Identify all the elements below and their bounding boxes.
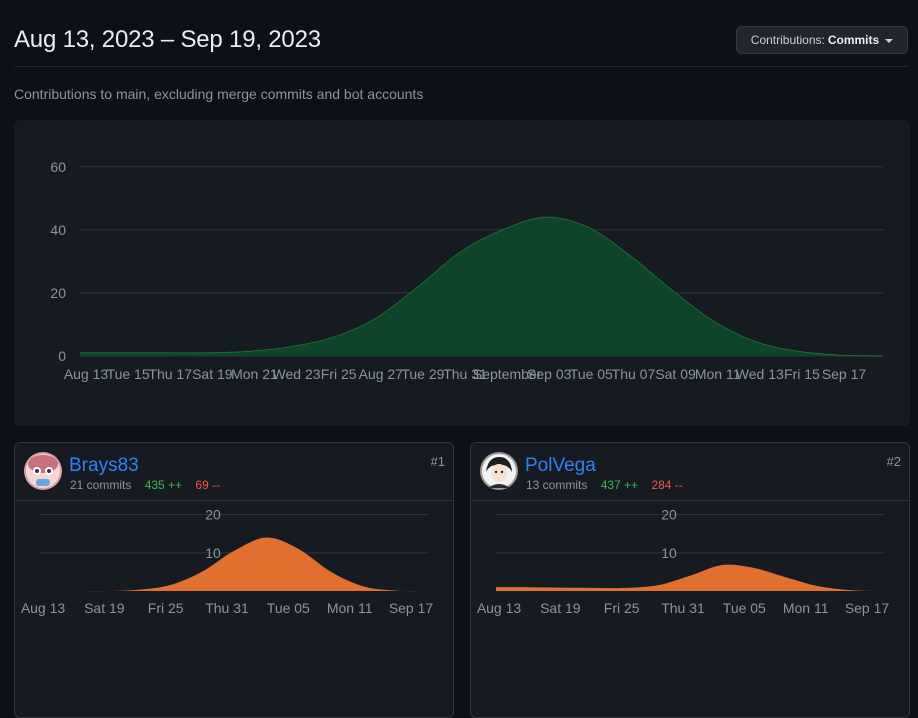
x-tick-label: Sat 19 xyxy=(192,366,233,382)
commit-count: 21 commits xyxy=(70,478,132,492)
x-tick-label: Tue 05 xyxy=(267,600,310,616)
contributor-rank: #1 xyxy=(430,454,445,469)
area-series xyxy=(496,564,884,591)
x-tick-label: Fri 25 xyxy=(604,600,640,616)
y-tick-label: 60 xyxy=(50,159,66,175)
x-tick-label: Sat 19 xyxy=(84,600,125,616)
x-tick-label: Sep 03 xyxy=(527,366,572,382)
area-series xyxy=(40,537,428,592)
x-tick-label: Fri 25 xyxy=(148,600,184,616)
x-tick-label: Aug 13 xyxy=(21,600,66,616)
contributor-card: PolVega 13 commits 437 ++ 284 -- #2 10 20… xyxy=(470,442,910,718)
page-header: Aug 13, 2023 – Sep 19, 2023 Contribution… xyxy=(0,0,918,67)
x-tick-label: Wed 13 xyxy=(736,366,784,382)
y-tick-label: 20 xyxy=(661,507,677,523)
contributor-stats: 13 commits 437 ++ 284 -- xyxy=(526,478,683,492)
x-tick-label: Thu 31 xyxy=(205,600,249,616)
y-tick-label: 0 xyxy=(58,348,66,364)
page-title: Aug 13, 2023 – Sep 19, 2023 xyxy=(14,26,321,53)
x-tick-label: Aug 13 xyxy=(477,600,522,616)
x-tick-label: Tue 29 xyxy=(401,366,444,382)
x-tick-label: Thu 31 xyxy=(661,600,705,616)
x-tick-label: Mon 21 xyxy=(231,366,278,382)
commit-count: 13 commits xyxy=(526,478,588,492)
x-tick-label: Sep 17 xyxy=(389,600,434,616)
area-series xyxy=(80,217,883,356)
x-tick-label: Mon 11 xyxy=(327,600,373,616)
x-tick-label: Tue 05 xyxy=(570,366,613,382)
y-tick-label: 10 xyxy=(205,545,221,561)
subtitle: Contributions to main, excluding merge c… xyxy=(14,86,424,102)
x-tick-label: Thu 17 xyxy=(148,366,192,382)
x-tick-label: Fri 25 xyxy=(321,366,357,382)
filter-label: Contributions: xyxy=(750,33,825,47)
y-tick-label: 20 xyxy=(205,507,221,523)
x-tick-label: Tue 05 xyxy=(723,600,766,616)
deletions-count: 284 -- xyxy=(651,478,683,492)
contributor-name-link[interactable]: Brays83 xyxy=(69,455,139,477)
x-tick-label: Sat 19 xyxy=(540,600,581,616)
caret-down-icon xyxy=(885,38,894,43)
contributor-card-header: PolVega 13 commits 437 ++ 284 -- #2 xyxy=(471,443,909,501)
x-tick-label: Mon 11 xyxy=(783,600,829,616)
contributor-card-header: Brays83 21 commits 435 ++ 69 -- #1 xyxy=(15,443,453,501)
contributor-card: Brays83 21 commits 435 ++ 69 -- #1 10 20 A… xyxy=(14,442,454,718)
x-tick-label: Aug 13 xyxy=(64,366,109,382)
avatar-icon[interactable] xyxy=(480,452,518,490)
x-tick-label: Aug 27 xyxy=(359,366,404,382)
total-contributions-chart[interactable]: 0204060Aug 13Tue 15Thu 17 Sat 19Mon 21Wed… xyxy=(14,120,910,426)
x-tick-label: Mon 11 xyxy=(695,366,741,382)
x-tick-label: Sat 09 xyxy=(655,366,696,382)
contributor-name-link[interactable]: PolVega xyxy=(525,455,596,477)
contributions-filter-button[interactable]: Contributions: Commits xyxy=(736,26,908,54)
y-tick-label: 20 xyxy=(50,285,66,301)
x-tick-label: Thu 07 xyxy=(612,366,656,382)
y-tick-label: 10 xyxy=(661,545,677,561)
x-tick-label: Sep 17 xyxy=(845,600,890,616)
main-chart-panel: 0 20 40 60 Aug 13 Tue 15 Thu 17 Sat 19 Mon 21 Wed… xyxy=(14,120,910,426)
filter-value: Commits xyxy=(827,33,880,47)
contributor-rank: #2 xyxy=(886,454,901,469)
additions-count: 435 ++ xyxy=(144,478,183,492)
x-tick-label: Fri 15 xyxy=(784,366,820,382)
y-tick-label: 40 xyxy=(50,222,66,238)
avatar-icon[interactable] xyxy=(24,452,62,490)
deletions-count: 69 -- xyxy=(195,478,221,492)
x-tick-label: Tue 15 xyxy=(107,366,150,382)
header-divider xyxy=(14,66,908,67)
x-tick-label: Sep 17 xyxy=(822,366,867,382)
contributor-chart[interactable]: 10 20 Aug 13 Sat 19 Fri 25 Thu 31 Tue 05 Mon 11… xyxy=(471,501,909,717)
x-tick-label: Wed 23 xyxy=(273,366,321,382)
additions-count: 437 ++ xyxy=(600,478,639,492)
contributor-chart[interactable]: 10 20 Aug 13 Sat 19 Fri 25 Thu 31 Tue 05 Mon 11… xyxy=(15,501,453,717)
contributor-stats: 21 commits 435 ++ 69 -- xyxy=(70,478,220,492)
